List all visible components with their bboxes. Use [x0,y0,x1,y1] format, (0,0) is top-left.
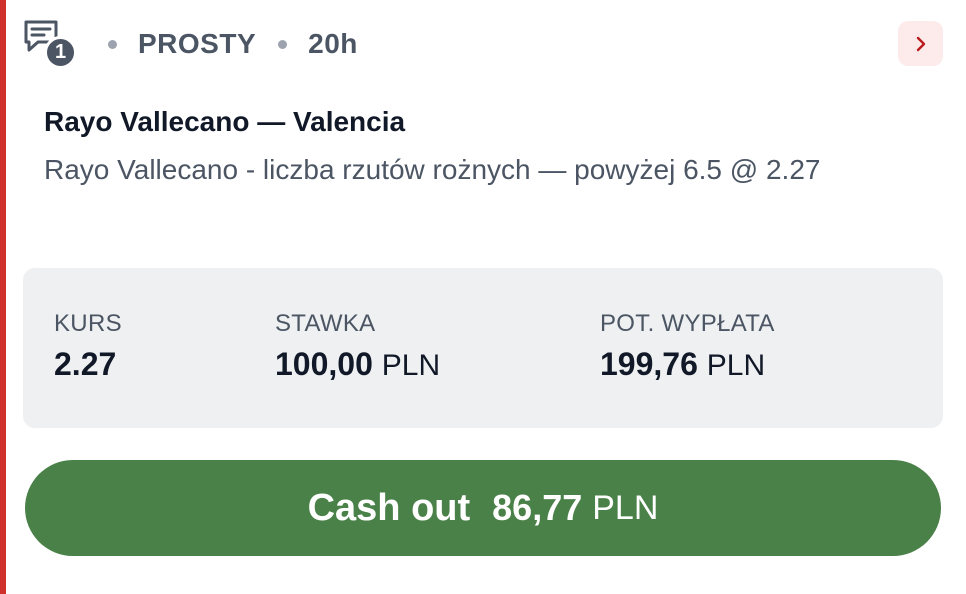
match-title: Rayo Vallecano — Valencia [44,106,406,137]
payout-currency: PLN [706,349,766,382]
payout-value-row: 199,76 PLN [600,346,775,383]
cash-out-button[interactable]: Cash out 86,77 PLN [25,460,941,556]
status-stripe [0,0,6,594]
expand-button[interactable] [898,21,943,66]
odds-stat: KURS 2.27 [54,310,122,383]
stake-stat: STAWKA 100,00 PLN [275,310,440,383]
cash-out-amount: 86,77 [492,487,583,528]
odds-value: 2.27 [54,346,117,382]
bet-type-label: PROSTY [138,28,257,59]
bet-stats: KURS 2.27 STAWKA 100,00 PLN POT. WYPŁATA… [23,268,943,428]
stake-value-row: 100,00 PLN [275,346,440,383]
odds-label: KURS [54,310,122,337]
separator-dot [108,39,117,49]
cash-out-currency: PLN [592,488,659,527]
bet-selection: Rayo Vallecano - liczba rzutów rożnych —… [44,154,821,185]
stake-currency: PLN [381,349,441,382]
bet-card: 1 PROSTY 20h Rayo Vallecano — Valencia R… [0,0,966,594]
chevron-right-icon [916,36,925,51]
payout-value: 199,76 [600,346,698,382]
stake-label: STAWKA [275,310,376,337]
cash-out-label: Cash out [307,486,471,529]
separator-dot [278,39,288,49]
bet-count-badge: 1 [44,36,77,69]
time-left-label: 20h [308,28,358,59]
stake-value: 100,00 [275,346,373,382]
bet-header: 1 PROSTY 20h [22,16,358,72]
bet-slip-icon: 1 [22,18,78,70]
payout-label: POT. WYPŁATA [600,310,775,337]
payout-stat: POT. WYPŁATA 199,76 PLN [600,310,775,383]
